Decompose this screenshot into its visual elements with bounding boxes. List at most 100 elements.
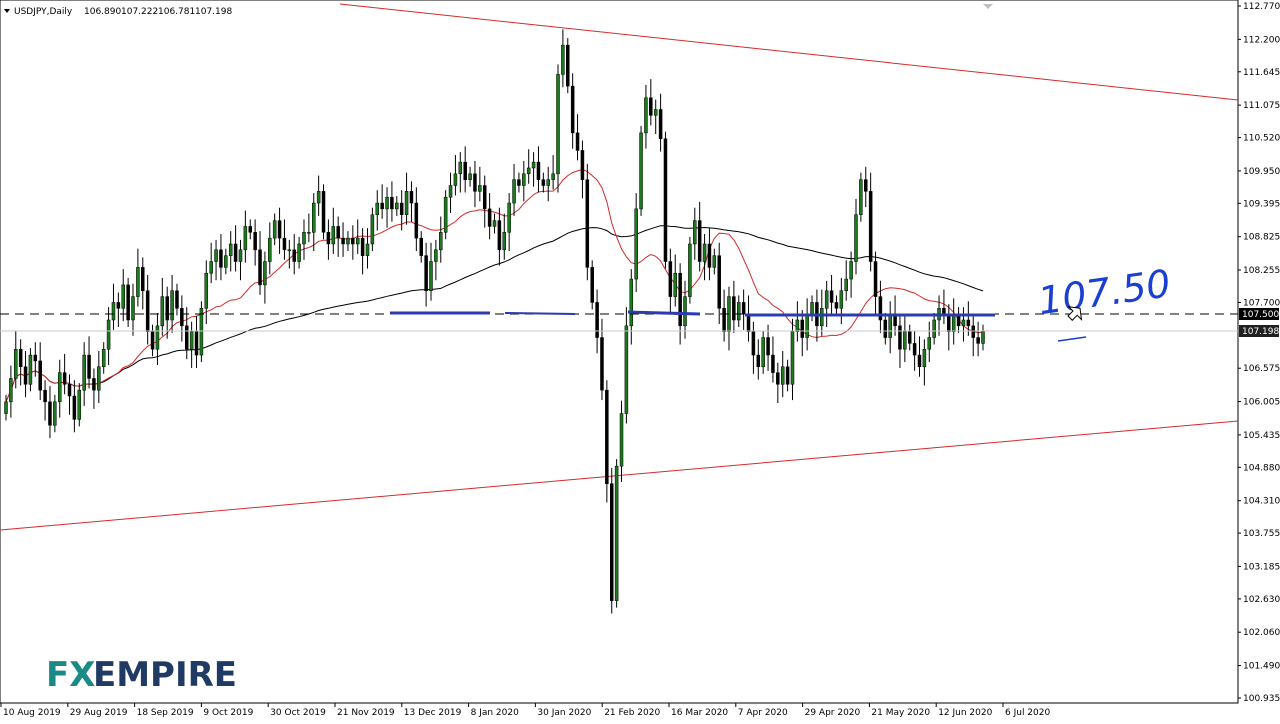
price-tick-label: 109.950 — [1243, 167, 1280, 177]
candle-body — [331, 226, 336, 245]
candle-body — [873, 261, 878, 297]
candle-body — [189, 331, 194, 350]
plot-frame — [0, 0, 1239, 704]
candle-body — [658, 109, 663, 139]
candle-body — [907, 331, 912, 344]
candle-body — [717, 255, 721, 309]
price-tick-label: 111.645 — [1243, 68, 1280, 78]
candle-body — [62, 372, 67, 385]
candle-body — [404, 191, 409, 215]
candle-body — [160, 296, 165, 327]
candle-body — [981, 331, 985, 344]
candle-body — [72, 395, 77, 420]
candle-body — [463, 161, 467, 180]
candle-body — [976, 337, 980, 344]
price-tick-label: 109.395 — [1243, 199, 1280, 209]
candle-body — [312, 202, 316, 233]
candle-body — [624, 325, 629, 414]
time-tick-label: 18 Sep 2019 — [137, 708, 194, 718]
price-tick-label: 107.700 — [1243, 298, 1280, 308]
candle-body — [683, 296, 687, 327]
candle-body — [194, 331, 199, 356]
candle-body — [38, 360, 42, 391]
candle-body — [272, 220, 277, 239]
candle-body — [824, 290, 829, 309]
candle-body — [614, 465, 619, 601]
candle-body — [595, 302, 599, 338]
candle-body — [492, 220, 497, 227]
candle-body — [605, 389, 609, 484]
logo-fx-text: FX — [46, 655, 95, 695]
candle-body — [722, 308, 726, 332]
candle-body — [106, 319, 111, 350]
candle-body — [57, 372, 62, 403]
price-tick-label: 112.770 — [1243, 2, 1280, 12]
candle-body — [741, 302, 746, 315]
price-tick-label: 102.060 — [1243, 628, 1280, 638]
price-tag-level: 107.500 — [1239, 308, 1279, 320]
candle-body — [663, 138, 668, 262]
candle-body — [917, 354, 922, 368]
candle-body — [48, 401, 52, 426]
candle-body — [903, 331, 907, 350]
candle-body — [522, 173, 526, 186]
price-tick-label: 108.825 — [1243, 233, 1280, 243]
candle-body — [561, 44, 565, 75]
candle-body — [287, 249, 292, 252]
candle-body — [820, 308, 824, 327]
fxempire-logo: FX EMPIRE — [46, 655, 237, 695]
candle-body — [697, 220, 702, 262]
candle-body — [307, 232, 311, 234]
candle-body — [673, 272, 677, 297]
candle-body — [585, 179, 590, 268]
candle-body — [688, 243, 692, 297]
candle-body — [126, 284, 130, 321]
candle-body — [737, 302, 741, 321]
candle-body — [947, 313, 951, 332]
candle-body — [859, 179, 863, 215]
candle-body — [365, 243, 370, 256]
candle-body — [971, 325, 975, 338]
candle-body — [395, 202, 399, 210]
candle-body — [370, 214, 375, 245]
support-stroke — [504, 312, 576, 315]
candle-body — [693, 220, 697, 245]
symbol-header[interactable]: USDJPY,Daily 106.890 107.222 106.781 107… — [4, 7, 232, 17]
candle-body — [409, 191, 414, 204]
candle-body — [800, 319, 805, 338]
price-tick-label: 103.755 — [1243, 529, 1280, 539]
candle-body — [336, 226, 340, 239]
price-tick-label: 100.935 — [1243, 694, 1280, 704]
candle-body — [351, 237, 355, 245]
price-tick-label: 110.520 — [1243, 134, 1280, 144]
time-tick-label: 21 Feb 2020 — [604, 708, 660, 718]
candle-body — [360, 237, 365, 256]
candle-body — [380, 202, 384, 210]
candle-body — [209, 261, 213, 274]
candle-body — [829, 290, 834, 303]
candle-body — [961, 319, 966, 327]
time-tick-label: 21 May 2020 — [871, 708, 930, 718]
candle-body — [434, 249, 438, 262]
candle-body — [644, 97, 648, 134]
ohlc-high: 107.222 — [121, 7, 158, 17]
candle-body — [346, 237, 350, 245]
candle-body — [600, 337, 604, 391]
candle-body — [966, 319, 971, 327]
candle-body — [184, 325, 189, 350]
candle-body — [82, 354, 86, 391]
candle-body — [942, 308, 946, 315]
price-tick-label: 108.255 — [1243, 266, 1280, 276]
candle-body — [136, 267, 140, 297]
candle-body — [864, 179, 868, 192]
price-tick-label: 106.005 — [1243, 398, 1280, 408]
candle-body — [116, 302, 121, 309]
candle-body — [228, 243, 233, 256]
candle-body — [248, 226, 252, 233]
candle-body — [53, 401, 57, 426]
candle-body — [888, 313, 892, 338]
candle-body — [214, 249, 218, 262]
candle-body — [101, 348, 106, 368]
candle-body — [238, 249, 243, 262]
candle-body — [468, 173, 472, 180]
